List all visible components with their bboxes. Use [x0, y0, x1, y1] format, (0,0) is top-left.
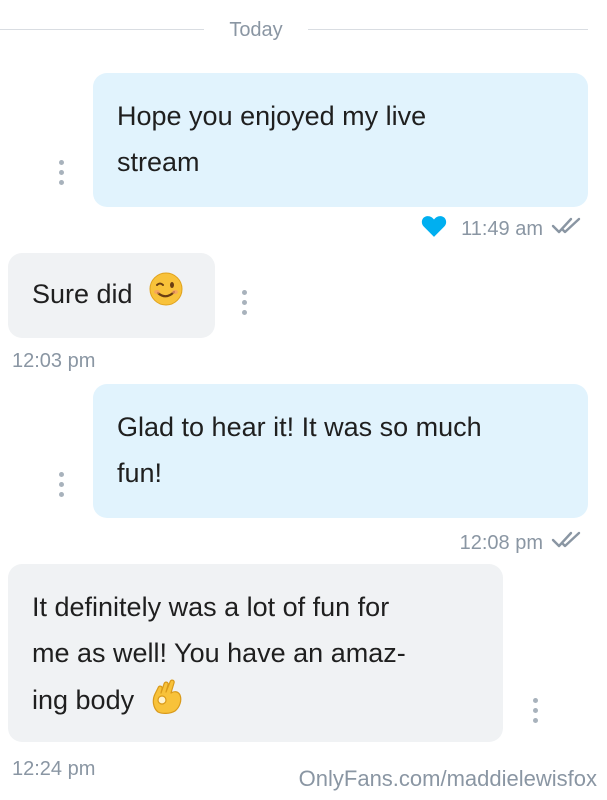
date-divider: Today: [0, 14, 607, 44]
message-options-icon[interactable]: [530, 698, 540, 724]
message-bubble-outgoing[interactable]: Hope you enjoyed my live stream: [93, 73, 588, 207]
ok-hand-emoji-icon: [150, 676, 184, 728]
message-line: stream: [117, 147, 200, 177]
message-line: It definitely was a lot of fun for: [32, 592, 390, 622]
message-bubble-incoming[interactable]: Sure did: [8, 253, 215, 338]
heart-icon[interactable]: [421, 214, 447, 244]
message-line: me as well! You have an amaz-: [32, 638, 406, 668]
message-meta: 12:08 pm: [460, 530, 583, 556]
message-line: fun!: [117, 458, 163, 488]
message-time: 11:49 am: [461, 217, 543, 240]
message-line: Hope you enjoyed my live: [117, 101, 427, 131]
double-check-icon: [551, 216, 583, 242]
message-line: ing body: [32, 685, 135, 716]
date-label: Today: [229, 19, 283, 41]
message-time: 12:03 pm: [12, 350, 96, 372]
message-meta: 12:24 pm: [12, 758, 95, 781]
watermark: OnlyFans.com/maddielewisfox: [298, 766, 597, 791]
message-text: Sure did: [32, 279, 133, 310]
winking-face-emoji-icon: [148, 271, 184, 321]
message-time: 12:24 pm: [12, 758, 96, 780]
message-options-icon[interactable]: [239, 290, 249, 316]
message-options-icon[interactable]: [56, 160, 66, 186]
double-check-icon: [551, 530, 583, 556]
divider-line-left: [0, 29, 204, 30]
message-bubble-outgoing[interactable]: Glad to hear it! It was so much fun!: [93, 384, 588, 518]
message-line: Glad to hear it! It was so much: [117, 412, 482, 442]
message-meta: 11:49 am: [421, 214, 583, 244]
message-time: 12:08 pm: [459, 531, 543, 554]
message-options-icon[interactable]: [56, 472, 66, 498]
message-bubble-incoming[interactable]: It definitely was a lot of fun for me as…: [8, 564, 503, 742]
divider-line-right: [308, 29, 588, 30]
message-meta: 12:03 pm: [12, 350, 95, 373]
